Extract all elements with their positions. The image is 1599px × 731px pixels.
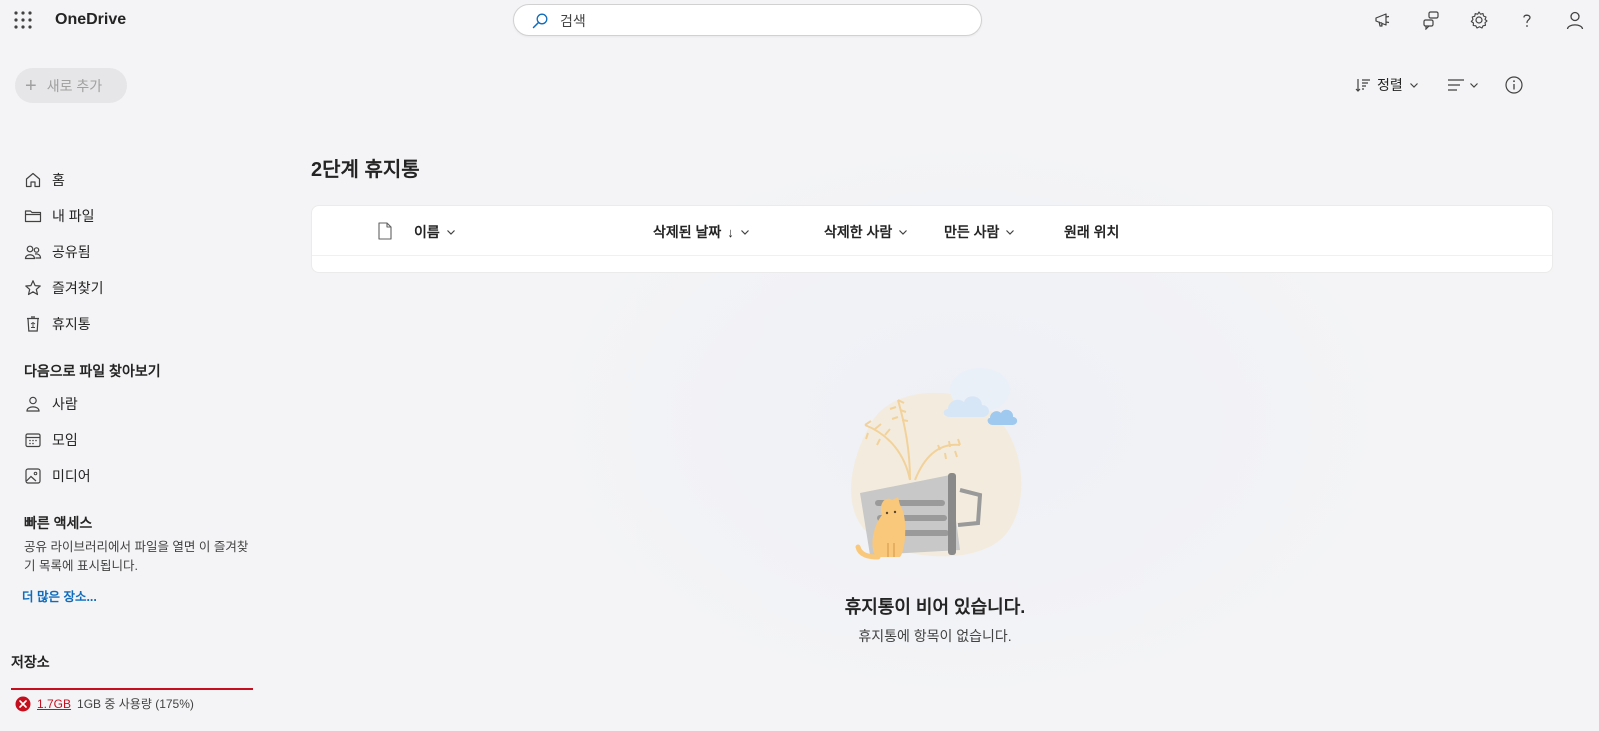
info-icon[interactable]	[1504, 75, 1524, 95]
feedback-icon[interactable]	[1421, 10, 1441, 30]
sidebar-item-label: 즐겨찾기	[52, 280, 104, 296]
chevron-down-icon	[740, 230, 749, 235]
home-icon	[25, 172, 41, 188]
sidebar-item-label: 사람	[52, 396, 78, 412]
error-icon	[15, 696, 31, 711]
sidebar-item-label: 홈	[52, 172, 65, 188]
column-header-original-location[interactable]: 원래 위치	[1064, 222, 1119, 242]
sidebar-item-favorites[interactable]: 즐겨찾기	[24, 276, 104, 300]
settings-gear-icon[interactable]	[1469, 10, 1489, 30]
sidebar-item-label: 공유됨	[52, 244, 91, 260]
list-header: 이름 삭제된 날짜 ↓ 삭제한 사람 만든 사람 원래 위치	[312, 206, 1552, 256]
quick-access-heading: 빠른 액세스	[24, 515, 93, 531]
storage-status: 1.7GB 1GB 중 사용량 (175%)	[15, 695, 194, 712]
calendar-icon	[25, 433, 41, 448]
column-label: 이름	[414, 224, 440, 240]
chevron-down-icon	[1006, 230, 1015, 235]
column-label: 만든 사람	[944, 224, 1000, 240]
file-type-icon[interactable]	[377, 222, 393, 240]
sidebar-item-meetings[interactable]: 모임	[24, 428, 78, 452]
empty-state-subtitle: 휴지통에 항목이 없습니다.	[858, 628, 1012, 644]
sidebar-item-media[interactable]: 미디어	[24, 464, 91, 488]
sidebar-item-my-files[interactable]: 내 파일	[24, 204, 95, 228]
column-label: 원래 위치	[1064, 224, 1120, 240]
app-launcher-icon[interactable]	[14, 11, 32, 29]
storage-used-link[interactable]: 1.7GB	[37, 697, 71, 711]
people-icon	[24, 245, 42, 260]
sidebar-item-label: 모임	[52, 432, 78, 448]
recycle-bin-icon	[27, 316, 39, 332]
add-new-button[interactable]: + 새로 추가	[15, 68, 127, 103]
plus-icon: +	[25, 74, 37, 97]
sidebar-item-label: 내 파일	[52, 208, 95, 224]
page-title: 2단계 휴지통	[311, 159, 420, 181]
sort-button[interactable]: 정렬	[1355, 74, 1419, 96]
storage-detail: 1GB 중 사용량 (175%)	[77, 697, 194, 711]
chevron-down-icon	[899, 230, 908, 235]
storage-heading: 저장소	[11, 654, 50, 670]
sort-icon	[1355, 79, 1370, 92]
search-input[interactable]	[560, 11, 960, 31]
sidebar-item-label: 미디어	[52, 468, 91, 484]
help-icon[interactable]	[1517, 10, 1537, 30]
account-icon[interactable]	[1565, 10, 1585, 30]
chevron-down-icon	[1409, 83, 1418, 88]
column-header-deleted-date[interactable]: 삭제된 날짜 ↓	[653, 222, 750, 242]
search-icon	[532, 13, 548, 29]
sort-descending-icon: ↓	[727, 224, 734, 240]
megaphone-icon[interactable]	[1373, 10, 1393, 30]
column-label: 삭제된 날짜	[653, 224, 722, 240]
search-box[interactable]	[513, 4, 982, 36]
chevron-down-icon	[1470, 83, 1478, 88]
column-header-deleted-by[interactable]: 삭제한 사람	[824, 222, 908, 242]
quick-access-description: 공유 라이브러리에서 파일을 열면 이 즐겨찾기 목록에 표시됩니다.	[24, 540, 249, 573]
browse-files-heading: 다음으로 파일 찾아보기	[24, 363, 161, 379]
chevron-down-icon	[446, 230, 455, 235]
storage-usage-bar	[11, 688, 253, 690]
sidebar-item-recycle-bin[interactable]: 휴지통	[24, 312, 91, 336]
image-icon	[25, 468, 41, 484]
app-name[interactable]: OneDrive	[55, 11, 126, 29]
view-options-button[interactable]	[1447, 74, 1479, 96]
column-label: 삭제한 사람	[824, 224, 893, 240]
column-header-created-by[interactable]: 만든 사람	[944, 222, 1015, 242]
star-icon	[25, 280, 41, 296]
view-list-icon	[1448, 79, 1464, 91]
empty-state-title: 휴지통이 비어 있습니다.	[844, 597, 1026, 617]
sidebar-item-people[interactable]: 사람	[24, 392, 78, 416]
sidebar-item-label: 휴지통	[52, 316, 91, 332]
empty-recycle-bin-illustration	[851, 368, 1022, 560]
folder-icon	[24, 210, 42, 223]
person-icon	[26, 396, 40, 412]
sidebar-item-shared[interactable]: 공유됨	[24, 240, 91, 264]
sort-label: 정렬	[1377, 77, 1403, 93]
add-new-label: 새로 추가	[46, 77, 103, 94]
sidebar-item-home[interactable]: 홈	[24, 168, 65, 192]
column-header-name[interactable]: 이름	[414, 222, 456, 242]
top-bar: OneDrive	[0, 0, 1599, 40]
file-list: 이름 삭제된 날짜 ↓ 삭제한 사람 만든 사람 원래 위치	[311, 205, 1553, 273]
